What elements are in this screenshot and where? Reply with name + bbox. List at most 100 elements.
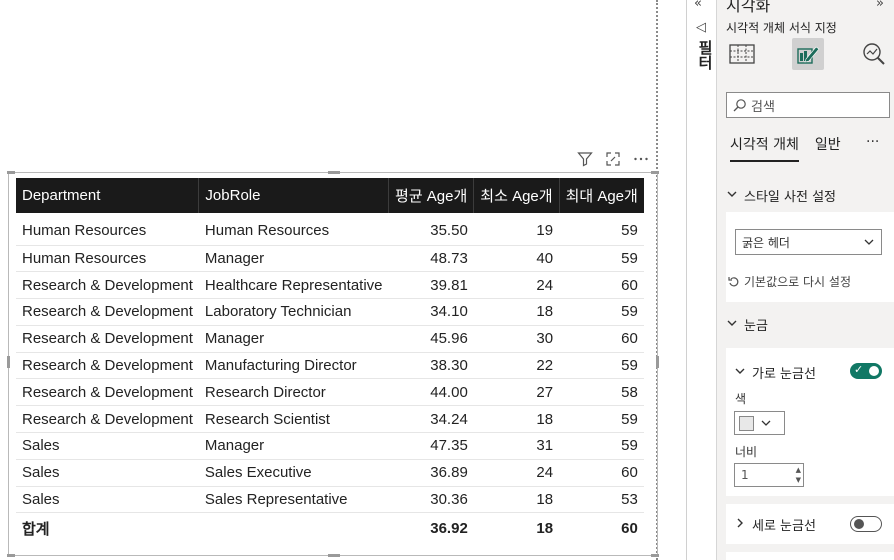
- chevron-down-icon: [734, 365, 746, 381]
- chevron-right-icon: [734, 517, 746, 533]
- resize-handle-left[interactable]: [7, 356, 10, 368]
- cell-max-age: 60: [559, 459, 644, 487]
- cell-department: Research & Development: [16, 405, 199, 434]
- filters-pane-label: 필터: [696, 40, 714, 70]
- resize-handle-bottom[interactable]: [328, 554, 340, 557]
- tabs-more-icon[interactable]: ···: [866, 134, 879, 150]
- cell-min-age: 40: [473, 245, 560, 273]
- column-header-min-age[interactable]: 최소 Age개: [473, 178, 560, 213]
- resize-handle-top-left[interactable]: [7, 171, 15, 174]
- cell-jobrole: Sales Representative: [198, 486, 389, 514]
- vertical-gridlines-header[interactable]: 세로 눈금선: [734, 515, 816, 534]
- cell-department: Research & Development: [16, 271, 199, 300]
- resize-handle-top[interactable]: [328, 171, 340, 174]
- table-row[interactable]: Sales Manager 47.35 31 59: [16, 432, 644, 460]
- cell-jobrole: Research Director: [198, 378, 389, 407]
- cell-avg-age: 47.35: [388, 432, 474, 460]
- chevron-down-icon: [761, 420, 771, 426]
- column-header-max-age[interactable]: 최대 Age개: [559, 178, 644, 213]
- cell-min-age: 30: [473, 325, 560, 353]
- table-row[interactable]: Research & Development Manufacturing Dire…: [16, 352, 644, 380]
- filter-icon[interactable]: [576, 150, 594, 168]
- cell-jobrole: Manager: [198, 325, 389, 353]
- column-header-jobrole[interactable]: JobRole: [198, 178, 390, 213]
- table-row[interactable]: Research & Development Research Director 4…: [16, 378, 644, 407]
- section-style-presets[interactable]: 스타일 사전 설정: [726, 186, 836, 205]
- style-preset-value: 굵은 헤더: [742, 235, 790, 250]
- cell-avg-age: 45.96: [388, 325, 474, 353]
- horizontal-gridlines-toggle[interactable]: ✓: [850, 363, 882, 379]
- check-icon: ✓: [854, 363, 864, 376]
- cell-department: Sales: [16, 459, 199, 487]
- search-icon: [733, 99, 746, 112]
- section-gridlines-label: 눈금: [744, 319, 768, 334]
- reset-icon: [728, 276, 739, 286]
- column-header-avg-age[interactable]: 평균 Age개: [388, 178, 475, 213]
- cell-avg-age: 44.00: [388, 378, 474, 407]
- resize-handle-bottom-right[interactable]: [651, 554, 659, 557]
- cell-avg-age: 30.36: [388, 486, 474, 514]
- total-min-age: 18: [473, 512, 560, 543]
- reset-to-default-label: 기본값으로 다시 설정: [744, 275, 851, 289]
- cell-min-age: 24: [473, 271, 560, 300]
- total-max-age: 60: [559, 512, 644, 543]
- format-visual-icon[interactable]: [792, 38, 824, 70]
- horizontal-gridlines-label: 가로 눈금선: [752, 367, 816, 382]
- pane-title: 시각화: [726, 0, 771, 15]
- cell-max-age: 53: [559, 486, 644, 514]
- resize-handle-top-right[interactable]: [651, 171, 659, 174]
- table-row[interactable]: Sales Sales Representative 30.36 18 53: [16, 486, 644, 514]
- analytics-icon[interactable]: [858, 38, 890, 70]
- gridline-color-label: 색: [735, 392, 747, 406]
- cell-department: Research & Development: [16, 352, 199, 380]
- gridline-width-input[interactable]: 1 ▲ ▼: [734, 463, 804, 487]
- pane-mode-icons: [726, 38, 890, 72]
- column-header-department[interactable]: Department: [16, 178, 200, 213]
- cell-min-age: 27: [473, 378, 560, 407]
- cell-max-age: 60: [559, 271, 644, 300]
- cell-avg-age: 35.50: [388, 213, 474, 246]
- cell-jobrole: Human Resources: [198, 213, 389, 246]
- table-row[interactable]: Research & Development Research Scientist…: [16, 405, 644, 434]
- cell-department: Sales: [16, 486, 199, 514]
- resize-handle-bottom-left[interactable]: [7, 554, 15, 557]
- table-visual[interactable]: Department JobRole 평균 Age개 최소 Age개 최대 Ag…: [7, 171, 659, 557]
- table-row[interactable]: Research & Development Manager 45.96 30 60: [16, 325, 644, 353]
- next-card: [726, 552, 894, 560]
- cell-jobrole: Manager: [198, 245, 389, 273]
- table-row[interactable]: Research & Development Laboratory Technic…: [16, 298, 644, 326]
- section-gridlines[interactable]: 눈금: [726, 315, 768, 334]
- tab-general[interactable]: 일반: [815, 134, 841, 162]
- vertical-gridlines-toggle[interactable]: [850, 516, 882, 532]
- table-row[interactable]: Human Resources Human Resources 35.50 19 59: [16, 213, 644, 246]
- gridline-color-picker[interactable]: [734, 411, 785, 435]
- search-input[interactable]: 검색: [726, 92, 890, 118]
- cell-jobrole: Research Scientist: [198, 405, 389, 434]
- cell-max-age: 59: [559, 432, 644, 460]
- cell-min-age: 31: [473, 432, 560, 460]
- table-total-row: 합계 36.92 18 60: [16, 512, 644, 543]
- table-row[interactable]: Research & Development Healthcare Represe…: [16, 271, 644, 300]
- reset-to-default-link[interactable]: 기본값으로 다시 설정: [728, 273, 851, 290]
- cell-max-age: 59: [559, 405, 644, 434]
- cell-min-age: 24: [473, 459, 560, 487]
- focus-mode-icon[interactable]: [604, 150, 622, 168]
- cell-avg-age: 34.10: [388, 298, 474, 326]
- table-row[interactable]: Human Resources Manager 48.73 40 59: [16, 245, 644, 273]
- collapse-pane-icon[interactable]: »: [876, 0, 884, 11]
- resize-handle-right[interactable]: [656, 356, 659, 368]
- collapse-filters-icon[interactable]: «: [694, 0, 702, 11]
- filters-pane-collapsed[interactable]: [686, 0, 716, 560]
- build-visual-icon[interactable]: [726, 38, 758, 70]
- spin-arrows-icon[interactable]: ▲ ▼: [796, 465, 801, 485]
- pane-subtitle: 시각적 개체 서식 지정: [726, 21, 837, 35]
- tab-visual[interactable]: 시각적 개체: [730, 134, 799, 162]
- more-options-icon[interactable]: [632, 150, 650, 168]
- style-preset-dropdown[interactable]: 굵은 헤더: [735, 229, 882, 255]
- table-row[interactable]: Sales Sales Executive 36.89 24 60: [16, 459, 644, 487]
- cell-max-age: 59: [559, 245, 644, 273]
- cell-avg-age: 34.24: [388, 405, 474, 434]
- horizontal-gridlines-header[interactable]: 가로 눈금선: [734, 363, 816, 382]
- cell-avg-age: 48.73: [388, 245, 474, 273]
- cell-jobrole: Manufacturing Director: [198, 352, 389, 380]
